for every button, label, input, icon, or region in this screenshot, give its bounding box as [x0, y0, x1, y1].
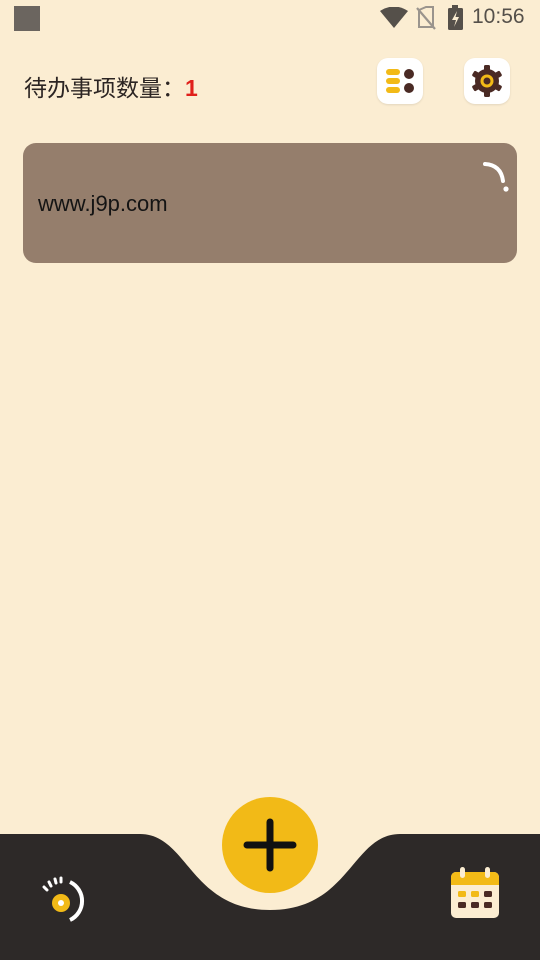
dashboard-gauge-icon[interactable]: [38, 873, 90, 925]
battery-charging-icon: [448, 5, 463, 30]
settings-button[interactable]: [464, 58, 510, 104]
todo-item-card[interactable]: www.j9p.com: [23, 143, 517, 263]
todo-count-label: 待办事项数量：: [24, 76, 185, 102]
plus-icon: [243, 818, 297, 872]
notification-square-icon: [14, 6, 40, 31]
no-sim-icon: [416, 6, 436, 30]
app-screen: 10:56 待办事项数量：1 www.j9p.com: [0, 0, 540, 960]
calendar-icon[interactable]: [447, 866, 503, 922]
todo-item-text: www.j9p.com: [38, 191, 168, 216]
gear-icon: [472, 65, 502, 97]
add-todo-button[interactable]: [222, 797, 318, 893]
loading-icon: [483, 162, 509, 192]
todo-count-value: 1: [185, 75, 198, 101]
todo-count-title: 待办事项数量：1: [24, 69, 198, 103]
status-bar: 10:56: [0, 0, 540, 36]
status-time: 10:56: [472, 5, 525, 28]
list-icon: [386, 69, 414, 93]
wifi-icon: [380, 7, 408, 28]
list-view-button[interactable]: [377, 58, 423, 104]
